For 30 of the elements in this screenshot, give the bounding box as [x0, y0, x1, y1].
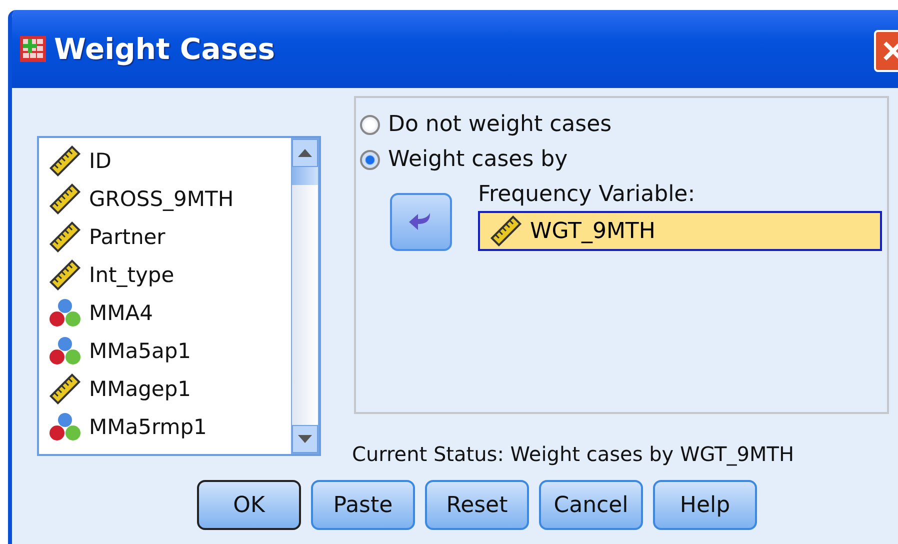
dialog-button[interactable]: Help [653, 480, 757, 530]
circles-icon [49, 297, 81, 329]
variable-item[interactable]: MMA4 [39, 294, 291, 332]
close-icon [882, 40, 898, 62]
status-text: Current Status: Weight cases by WGT_9MTH [352, 442, 795, 466]
dialog-button[interactable]: Cancel [539, 480, 643, 530]
frequency-variable-field[interactable]: WGT_9MTH [478, 211, 882, 251]
circles-icon [49, 411, 81, 443]
variable-item[interactable]: MMa5rmp1 [39, 408, 291, 446]
down-arrow-icon [298, 435, 312, 443]
up-arrow-icon [298, 149, 312, 157]
frequency-variable-label: Frequency Variable: [478, 182, 696, 207]
circles-icon [49, 335, 81, 367]
radio-option[interactable]: Do not weight cases [360, 112, 887, 137]
grid-icon [20, 36, 46, 62]
window-title: Weight Cases [54, 32, 275, 66]
dialog-button[interactable]: OK [197, 480, 301, 530]
variable-item[interactable]: Partner [39, 218, 291, 256]
dialog-button[interactable]: Paste [311, 480, 415, 530]
variable-item[interactable]: GROSS_9MTH [39, 180, 291, 218]
variable-item[interactable]: MMagep1 [39, 370, 291, 408]
radio-option[interactable]: Weight cases by [360, 147, 887, 172]
variable-item[interactable]: MMa5ap1 [39, 332, 291, 370]
dialog-button[interactable]: Reset [425, 480, 529, 530]
variable-list[interactable]: ID GROSS_9MTH Partner Int_type MMA4 MMa5ap1 MMagep1 MMa5rmp1 [37, 136, 321, 456]
variable-item[interactable]: Int_type [39, 256, 291, 294]
move-arrow-button[interactable] [390, 193, 452, 251]
scroll-thumb[interactable] [292, 167, 318, 185]
variable-item[interactable]: ID [39, 142, 291, 180]
scrollbar[interactable] [291, 138, 319, 454]
